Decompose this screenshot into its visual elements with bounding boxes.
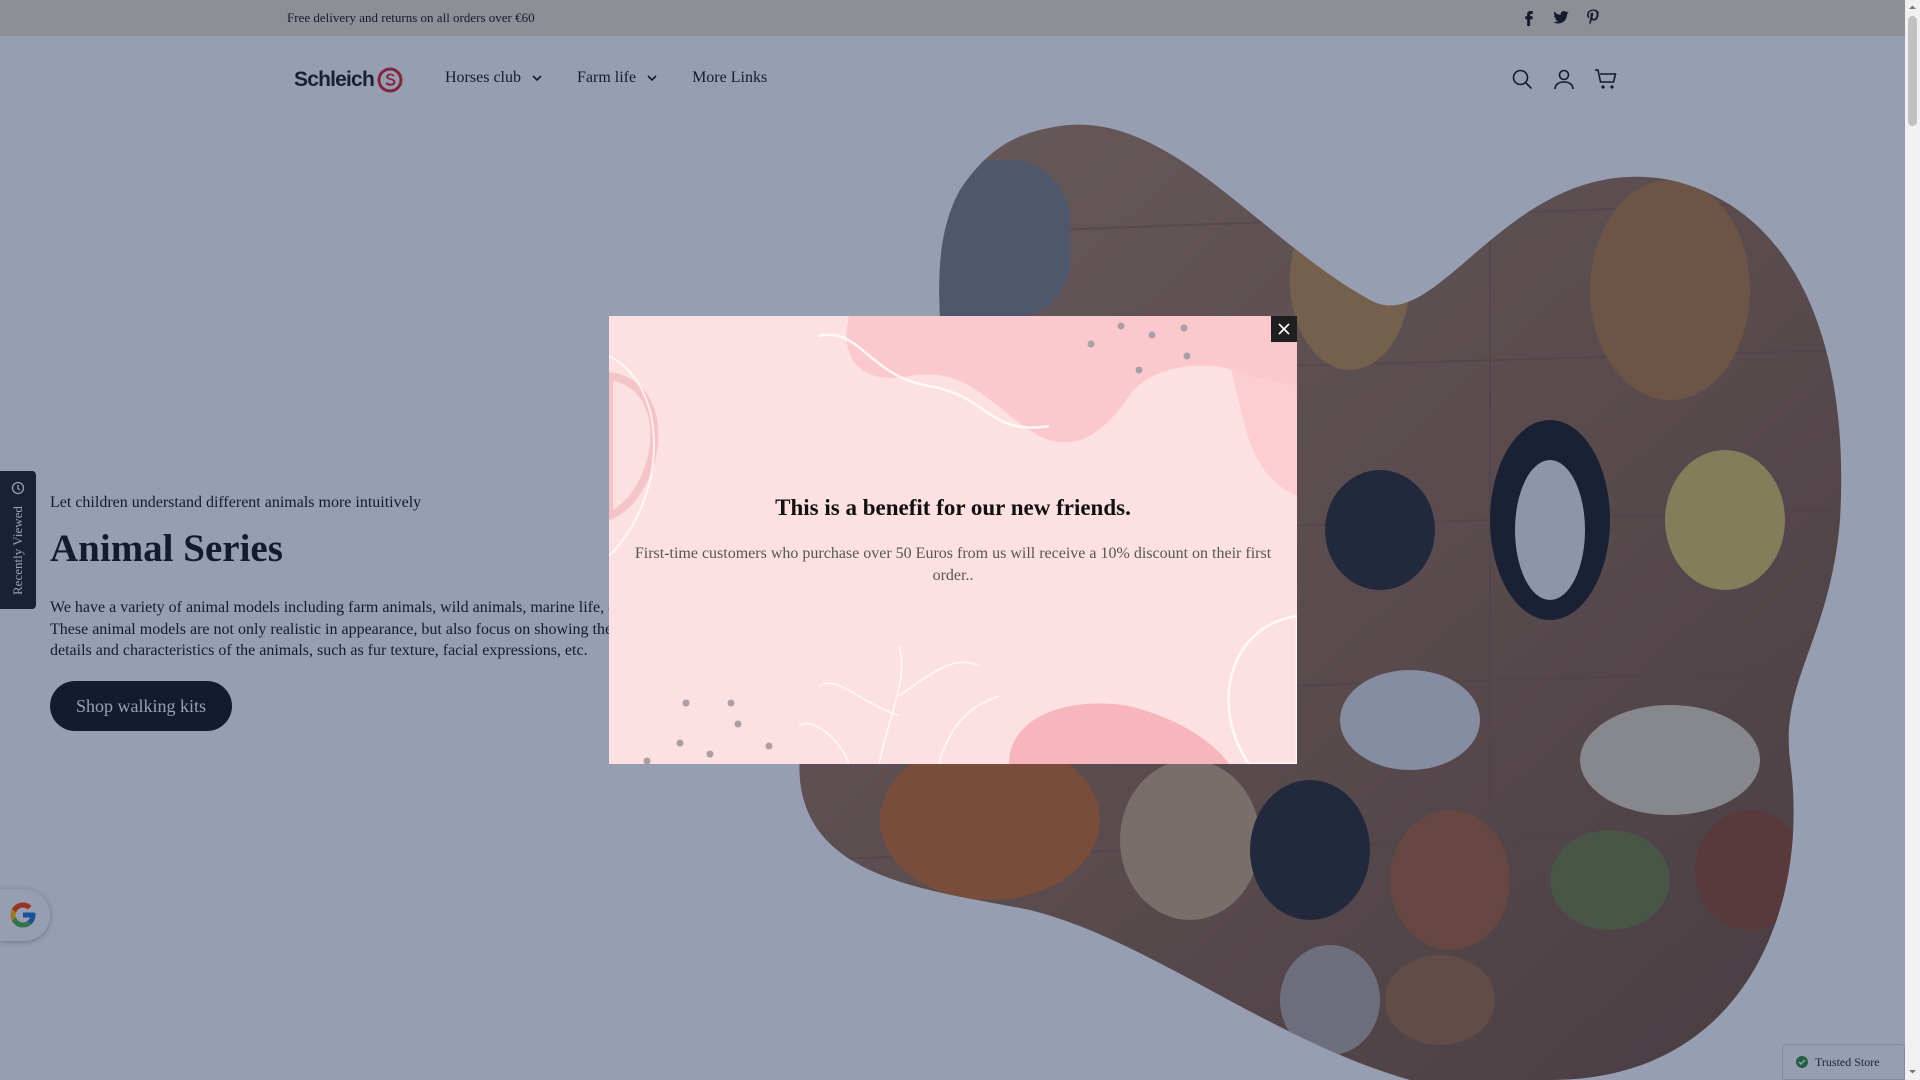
popup-decoration	[609, 316, 1297, 764]
page-scrollbar[interactable]	[1905, 0, 1920, 1080]
close-popup-button[interactable]	[1271, 316, 1297, 342]
scroll-thumb[interactable]	[1908, 16, 1917, 126]
popup-title: This is a benefit for our new friends.	[775, 495, 1131, 520]
scroll-down-arrow-icon[interactable]	[1908, 1067, 1917, 1076]
scroll-up-arrow-icon[interactable]	[1908, 3, 1917, 12]
popup-text: First-time customers who purchase over 5…	[634, 545, 1272, 584]
newsletter-popup: This is a benefit for our new friends. F…	[609, 316, 1297, 764]
close-icon	[1278, 323, 1290, 335]
